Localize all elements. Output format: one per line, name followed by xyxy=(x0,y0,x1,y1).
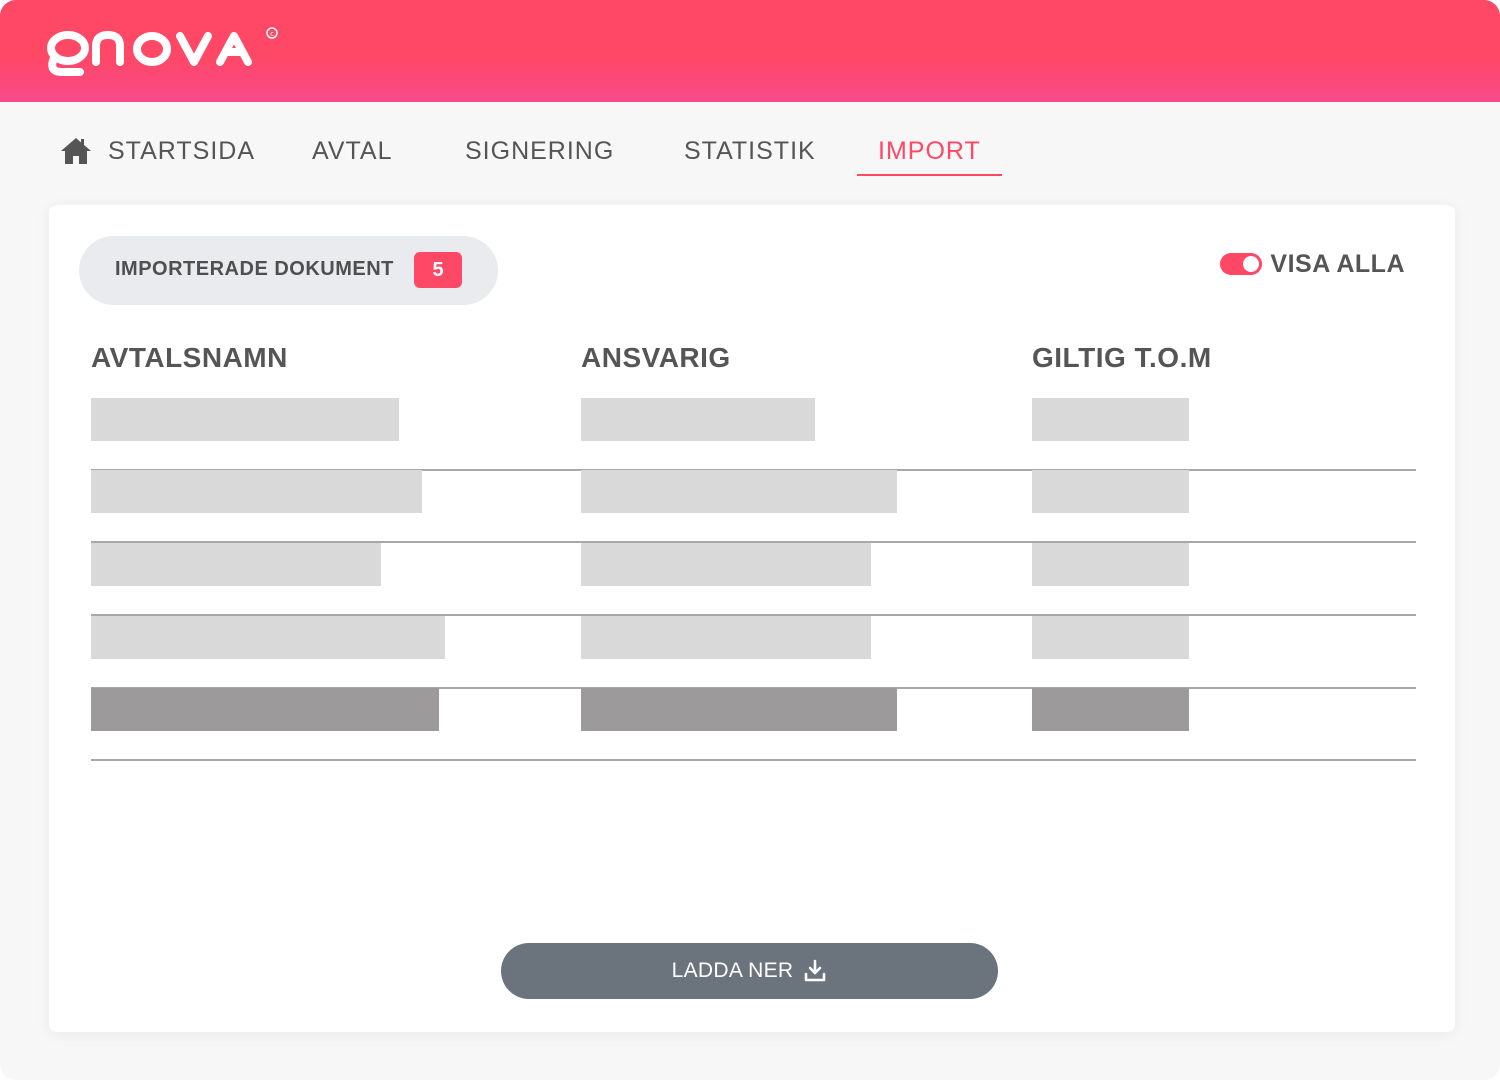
placeholder-cell xyxy=(1032,543,1189,586)
nav-label-statistik: STATISTIK xyxy=(684,136,816,165)
placeholder-cell xyxy=(1032,398,1189,441)
show-all-toggle[interactable] xyxy=(1220,253,1263,275)
table-row-selected[interactable] xyxy=(91,688,1416,761)
nav-label-import: IMPORT xyxy=(878,136,981,165)
nav-label-signering: SIGNERING xyxy=(465,136,615,165)
placeholder-cell xyxy=(1032,470,1189,513)
placeholder-cell xyxy=(91,688,439,731)
nav-item-import[interactable]: IMPORT xyxy=(857,126,1002,176)
placeholder-cell xyxy=(91,543,381,586)
table-row[interactable] xyxy=(91,616,1416,689)
app-window: c STARTSIDA AVTAL SIGNERING STATISTIK IM… xyxy=(0,0,1500,1080)
placeholder-cell xyxy=(581,470,897,513)
placeholder-cell xyxy=(581,616,871,659)
imported-documents-count-badge: 5 xyxy=(414,252,462,288)
import-card: IMPORTERADE DOKUMENT 5 VISA ALLA AVTALSN… xyxy=(49,205,1455,1032)
download-button-label: LADDA NER xyxy=(671,959,794,982)
main-nav: STARTSIDA AVTAL SIGNERING STATISTIK IMPO… xyxy=(60,126,1060,176)
imported-documents-filter[interactable]: IMPORTERADE DOKUMENT 5 xyxy=(79,236,498,305)
imported-documents-label: IMPORTERADE DOKUMENT xyxy=(115,258,394,280)
placeholder-cell xyxy=(1032,616,1189,659)
placeholder-cell xyxy=(91,616,445,659)
placeholder-cell xyxy=(91,398,399,441)
table-row[interactable] xyxy=(91,470,1416,543)
show-all-toggle-group: VISA ALLA xyxy=(1220,249,1405,279)
nav-item-avtal[interactable]: AVTAL xyxy=(312,126,393,176)
table-row[interactable] xyxy=(91,543,1416,616)
show-all-label: VISA ALLA xyxy=(1270,249,1405,278)
svg-text:c: c xyxy=(270,30,274,38)
placeholder-cell xyxy=(1032,688,1189,731)
nav-label-avtal: AVTAL xyxy=(312,136,393,165)
top-header: c xyxy=(0,0,1500,102)
column-header-ansvarig[interactable]: ANSVARIG xyxy=(581,342,731,374)
nav-label-startsida: STARTSIDA xyxy=(108,136,255,165)
table-row[interactable] xyxy=(91,398,1416,471)
placeholder-cell xyxy=(581,688,897,731)
column-header-avtalsnamn[interactable]: AVTALSNAMN xyxy=(91,342,288,374)
placeholder-cell xyxy=(581,398,815,441)
toggle-knob xyxy=(1243,256,1260,272)
home-icon xyxy=(61,138,91,164)
nav-item-signering[interactable]: SIGNERING xyxy=(465,126,614,176)
row-divider xyxy=(91,759,1416,761)
download-icon xyxy=(805,959,826,982)
qnova-logo[interactable]: c xyxy=(44,22,284,82)
placeholder-cell xyxy=(581,543,871,586)
nav-item-statistik[interactable]: STATISTIK xyxy=(684,126,816,176)
nav-item-startsida[interactable]: STARTSIDA xyxy=(60,126,255,176)
download-button[interactable]: LADDA NER xyxy=(501,943,998,999)
column-header-giltig[interactable]: GILTIG T.O.M xyxy=(1032,342,1212,374)
placeholder-cell xyxy=(91,470,422,513)
